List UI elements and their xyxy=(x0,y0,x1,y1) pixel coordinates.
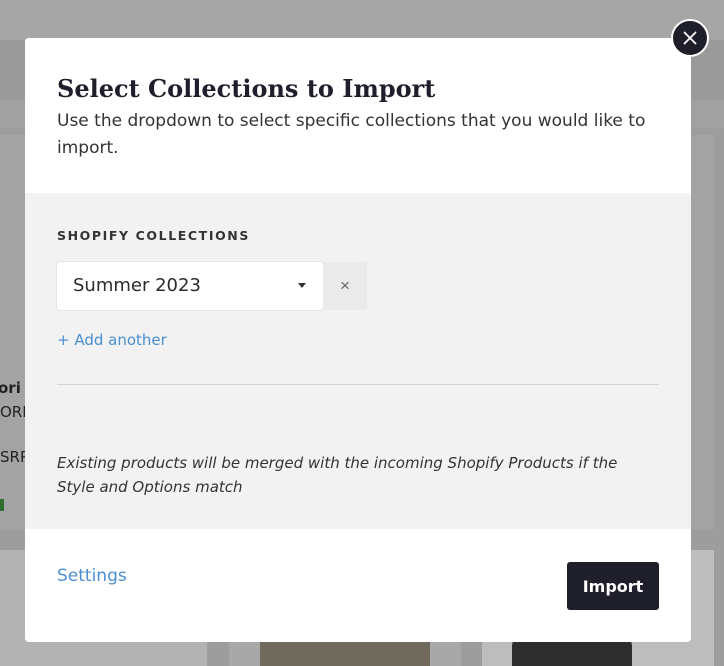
background-topbar xyxy=(0,0,724,40)
import-button[interactable]: Import xyxy=(567,562,659,610)
add-another-link[interactable]: + Add another xyxy=(57,331,167,349)
modal-header: Select Collections to Import Use the dro… xyxy=(25,38,691,193)
modal-title: Select Collections to Import xyxy=(57,74,436,103)
modal-body: SHOPIFY COLLECTIONS Summer 2023 × + Add … xyxy=(25,193,691,529)
background-product-card-left xyxy=(0,135,25,530)
divider xyxy=(57,384,659,385)
settings-link[interactable]: Settings xyxy=(57,566,127,586)
merge-note: Existing products will be merged with th… xyxy=(57,454,618,496)
shopify-collections-label: SHOPIFY COLLECTIONS xyxy=(57,228,250,243)
background-product-card-right xyxy=(691,135,714,530)
modal-description: Use the dropdown to select specific coll… xyxy=(57,111,646,158)
modal-footer: Settings Import xyxy=(25,529,691,642)
clear-collection-button[interactable]: × xyxy=(323,262,367,310)
close-icon xyxy=(683,31,697,45)
background-status-indicator xyxy=(0,499,4,511)
close-modal-button[interactable] xyxy=(671,19,709,57)
chevron-down-icon xyxy=(298,283,306,288)
collection-select-value: Summer 2023 xyxy=(73,275,201,296)
import-collections-modal: Select Collections to Import Use the dro… xyxy=(25,38,691,642)
collection-select[interactable]: Summer 2023 xyxy=(57,262,323,310)
